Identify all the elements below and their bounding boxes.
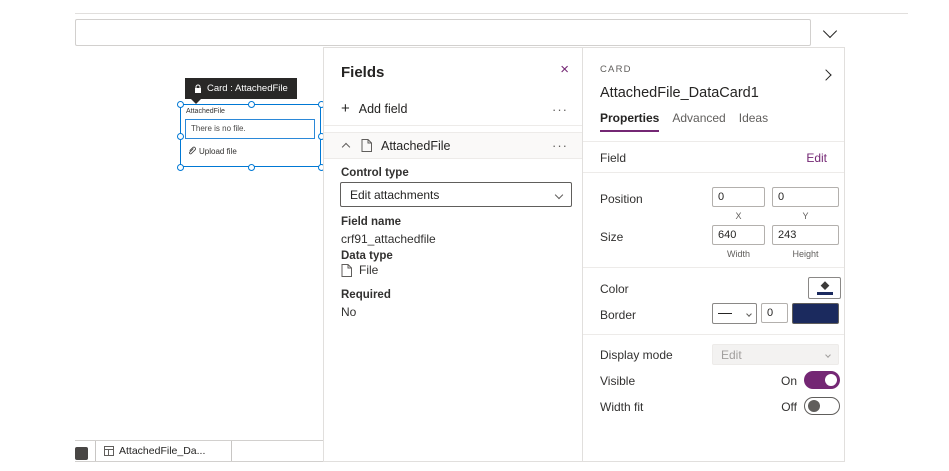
lock-icon: [195, 84, 201, 93]
toggle-knob: [808, 400, 820, 412]
field-name-value: crf91_attachedfile: [341, 232, 436, 246]
divider: [583, 141, 844, 142]
add-field-more-icon[interactable]: ···: [552, 103, 568, 116]
field-row-label: Field: [600, 151, 627, 165]
chevron-down-icon: [825, 351, 831, 358]
resize-handle[interactable]: [177, 101, 184, 108]
required-label: Required: [341, 289, 391, 301]
card-grid-icon: [104, 446, 114, 456]
resize-handle[interactable]: [177, 164, 184, 171]
chevron-down-icon: [554, 190, 564, 199]
x-caption: X: [735, 211, 742, 221]
line-style-icon: [718, 312, 732, 315]
selection-tooltip: Card : AttachedFile: [185, 78, 297, 99]
divider: [583, 267, 844, 268]
width-fit-label: Width fit: [600, 400, 644, 414]
card-field-label: AttachedFile: [186, 108, 225, 115]
add-field-label: Add field: [358, 101, 408, 116]
border-thickness-input[interactable]: [761, 303, 788, 323]
data-type-row: File: [341, 263, 378, 277]
visible-label: Visible: [600, 374, 636, 388]
height-caption: Height: [792, 249, 819, 259]
display-mode-dropdown: Edit: [712, 344, 839, 365]
required-value: No: [341, 305, 357, 319]
close-icon[interactable]: ×: [560, 62, 569, 77]
color-preview-bar: [816, 292, 833, 295]
chevron-down-icon: [822, 23, 837, 39]
border-label: Border: [600, 308, 637, 322]
visible-toggle[interactable]: [804, 371, 840, 389]
resize-handle[interactable]: [248, 101, 255, 108]
file-icon: [341, 263, 352, 277]
size-height-input[interactable]: [772, 225, 839, 245]
chevron-up-icon[interactable]: [341, 142, 351, 152]
color-picker-button[interactable]: [808, 277, 841, 299]
document-icon: [361, 139, 372, 152]
divider: [583, 334, 844, 335]
breadcrumb: CARD: [600, 64, 632, 75]
border-style-dropdown[interactable]: [712, 303, 757, 324]
color-label: Color: [600, 282, 629, 296]
position-label: Position: [600, 192, 643, 206]
divider: [324, 125, 582, 126]
field-item-attachedfile[interactable]: AttachedFile ···: [324, 132, 582, 159]
screen-tab-bar: AttachedFile_Da...: [75, 440, 323, 462]
expand-panel-button[interactable]: [820, 66, 832, 84]
paperclip-icon: [189, 146, 196, 155]
edit-field-link[interactable]: Edit: [806, 151, 827, 165]
size-width-input[interactable]: [712, 225, 765, 245]
y-caption: Y: [802, 211, 809, 221]
power-apps-studio: Card : AttachedFile AttachedFile There i…: [0, 0, 949, 471]
display-mode-label: Display mode: [600, 348, 673, 362]
divider: [583, 172, 844, 173]
chevron-right-icon: [820, 69, 832, 81]
upload-file-label: Upload file: [199, 146, 237, 156]
position-y-input[interactable]: [772, 187, 839, 207]
position-x-input[interactable]: [712, 187, 765, 207]
tab-properties[interactable]: Properties: [600, 111, 660, 132]
field-name-label: Field name: [341, 216, 402, 228]
bottom-tab-label: AttachedFile_Da...: [119, 445, 206, 457]
width-fit-state-text: Off: [781, 400, 797, 414]
tab-advanced[interactable]: Advanced: [672, 111, 725, 132]
attachments-control[interactable]: There is no file.: [185, 119, 315, 139]
fields-panel: Fields × + Add field ··· AttachedFile ··…: [323, 47, 583, 462]
screen-icon[interactable]: [75, 447, 88, 460]
selected-control-title: AttachedFile_DataCard1: [600, 85, 759, 101]
visible-state-text: On: [780, 374, 797, 388]
plus-icon: +: [341, 100, 350, 117]
fields-panel-title: Fields: [341, 64, 385, 81]
attachedfile-datacard[interactable]: AttachedFile There is no file. Upload fi…: [177, 101, 325, 171]
bottom-tab-attachedfile-datacard[interactable]: AttachedFile_Da...: [95, 441, 232, 461]
data-type-label: Data type: [341, 250, 393, 262]
control-type-label: Control type: [341, 167, 409, 179]
paint-bucket-icon: [820, 281, 829, 290]
width-fit-toggle[interactable]: [804, 397, 840, 415]
add-field-button[interactable]: + Add field: [341, 101, 407, 116]
field-item-label: AttachedFile: [381, 138, 451, 153]
canvas[interactable]: Card : AttachedFile AttachedFile There i…: [75, 47, 325, 440]
chevron-down-icon: [746, 310, 752, 317]
panel-tabs: Properties Advanced Ideas: [600, 111, 768, 132]
width-caption: Width: [726, 249, 750, 259]
resize-handle[interactable]: [248, 164, 255, 171]
display-mode-value: Edit: [721, 347, 742, 362]
selection-tooltip-label: Card : AttachedFile: [207, 83, 288, 94]
upload-file-link[interactable]: Upload file: [187, 146, 237, 156]
formula-bar-expand-button[interactable]: [813, 20, 846, 46]
top-divider: [75, 13, 908, 14]
resize-handle[interactable]: [177, 133, 184, 140]
tab-ideas[interactable]: Ideas: [739, 111, 768, 132]
no-file-text: There is no file.: [191, 124, 246, 133]
toggle-knob: [825, 374, 837, 386]
formula-bar-input[interactable]: [75, 19, 811, 46]
control-type-dropdown[interactable]: Edit attachments: [340, 182, 572, 207]
properties-panel: CARD AttachedFile_DataCard1 Properties A…: [583, 47, 845, 462]
size-label: Size: [600, 230, 624, 244]
border-color-swatch[interactable]: [792, 303, 839, 324]
control-type-value: Edit attachments: [350, 187, 440, 202]
field-item-more-icon[interactable]: ···: [552, 139, 568, 152]
data-type-value: File: [359, 263, 379, 277]
